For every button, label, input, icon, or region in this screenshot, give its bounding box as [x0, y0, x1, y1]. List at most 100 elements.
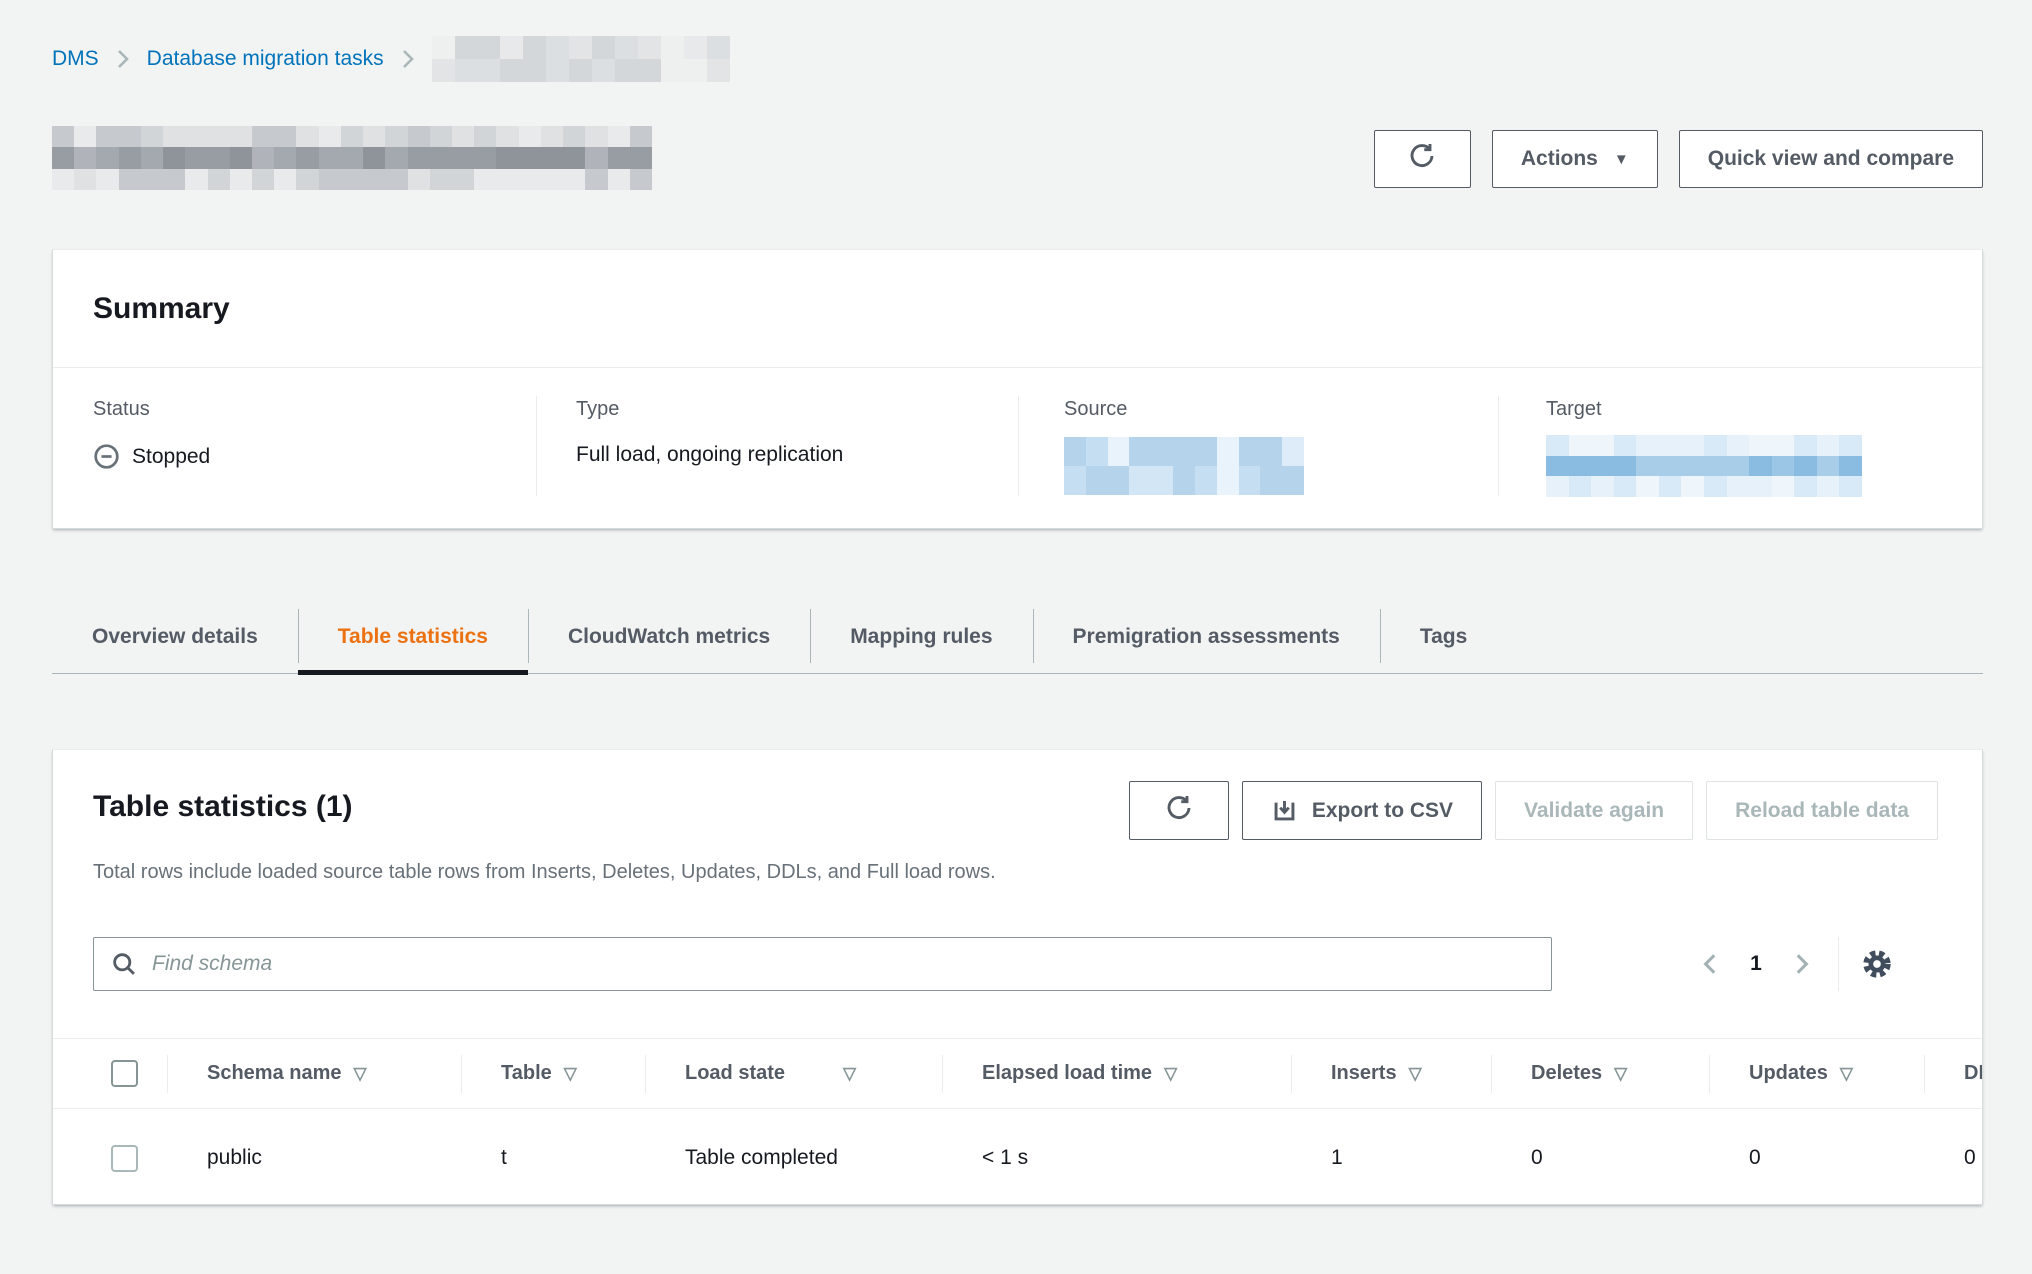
breadcrumb-link-dms[interactable]: DMS	[52, 47, 99, 71]
source-label: Source	[1064, 398, 1304, 421]
stopped-icon	[93, 443, 120, 470]
previous-page-button[interactable]	[1688, 941, 1734, 987]
target-value-redacted[interactable]	[1546, 435, 1862, 497]
column-label: Schema name	[207, 1062, 342, 1085]
select-all-checkbox[interactable]	[111, 1060, 138, 1087]
find-schema-search	[93, 937, 1552, 991]
type-label: Type	[576, 398, 843, 421]
row-select-cell	[53, 1145, 167, 1172]
column-divider	[536, 396, 537, 496]
summary-panel: Summary Status Stopped Type Ful	[52, 249, 1983, 529]
pagination-divider	[1838, 937, 1839, 991]
type-value: Full load, ongoing replication	[576, 443, 843, 467]
column-header-schema-name[interactable]: Schema name ▽	[167, 1039, 461, 1108]
pagination: 1	[1688, 937, 1903, 991]
download-icon	[1271, 797, 1298, 824]
column-header-load-state[interactable]: Load state ▽	[645, 1039, 942, 1108]
actions-button-label: Actions	[1521, 147, 1598, 171]
quick-view-and-compare-button[interactable]: Quick view and compare	[1679, 130, 1983, 188]
column-header-ddls[interactable]: DDLs ▽	[1924, 1039, 1983, 1108]
cell-schema-name: public	[167, 1146, 461, 1170]
cell-table: t	[461, 1146, 645, 1170]
column-header-elapsed-load-time[interactable]: Elapsed load time ▽	[942, 1039, 1291, 1108]
column-label: Updates	[1749, 1062, 1828, 1085]
column-header-table[interactable]: Table ▽	[461, 1039, 645, 1108]
table-statistics-description: Total rows include loaded source table r…	[93, 861, 996, 884]
refresh-icon	[1407, 141, 1437, 177]
validate-again-label: Validate again	[1524, 799, 1664, 823]
column-divider	[1498, 396, 1499, 496]
current-page-number[interactable]: 1	[1734, 952, 1778, 976]
reload-table-data-button[interactable]: Reload table data	[1706, 781, 1938, 840]
sort-icon[interactable]: ▽	[564, 1064, 577, 1084]
export-to-csv-label: Export to CSV	[1312, 799, 1453, 823]
table-statistics-panel: Table statistics (1) Total rows include …	[52, 749, 1983, 1205]
tab-tags[interactable]: Tags	[1380, 600, 1507, 673]
table-refresh-button[interactable]	[1129, 781, 1229, 840]
tab-cloudwatch-metrics[interactable]: CloudWatch metrics	[528, 600, 810, 673]
export-to-csv-button[interactable]: Export to CSV	[1242, 781, 1482, 840]
summary-field-status: Status Stopped	[93, 398, 210, 470]
sort-icon[interactable]: ▽	[1614, 1064, 1627, 1084]
target-label: Target	[1546, 398, 1862, 421]
column-label: Deletes	[1531, 1062, 1602, 1085]
column-label: Table	[501, 1062, 552, 1085]
search-icon	[110, 950, 138, 978]
column-label: DDLs	[1964, 1062, 1983, 1085]
status-label: Status	[93, 398, 210, 421]
task-detail-tabs: Overview details Table statistics CloudW…	[52, 600, 1983, 674]
sort-icon[interactable]: ▽	[843, 1064, 856, 1084]
column-header-deletes[interactable]: Deletes ▽	[1491, 1039, 1709, 1108]
chevron-right-icon	[115, 47, 131, 71]
cell-elapsed-load-time: < 1 s	[942, 1146, 1291, 1170]
row-checkbox[interactable]	[111, 1145, 138, 1172]
preferences-gear-button[interactable]	[1851, 938, 1903, 990]
page-title-redacted	[52, 126, 652, 190]
tab-mapping-rules[interactable]: Mapping rules	[810, 600, 1032, 673]
refresh-button[interactable]	[1374, 130, 1471, 188]
summary-field-source: Source	[1064, 398, 1304, 495]
search-input[interactable]	[152, 952, 1535, 976]
cell-inserts: 1	[1291, 1146, 1491, 1170]
table-header-row: Schema name ▽ Table ▽ Load state ▽ Elaps…	[53, 1038, 1983, 1109]
summary-body: Status Stopped Type Full load, ongoing r…	[53, 368, 1982, 528]
validate-again-button[interactable]: Validate again	[1495, 781, 1693, 840]
sort-icon[interactable]: ▽	[1840, 1064, 1853, 1084]
column-divider	[1018, 396, 1019, 496]
header-actions: Actions ▼ Quick view and compare	[1374, 130, 1983, 188]
column-label: Load state	[685, 1062, 785, 1085]
table-statistics-title: Table statistics (1)	[93, 790, 353, 824]
tab-table-statistics[interactable]: Table statistics	[298, 600, 528, 673]
tab-overview-details[interactable]: Overview details	[52, 600, 298, 673]
column-header-inserts[interactable]: Inserts ▽	[1291, 1039, 1491, 1108]
summary-field-type: Type Full load, ongoing replication	[576, 398, 843, 467]
breadcrumb-redacted-task-name	[432, 36, 730, 82]
table-row[interactable]: public t Table completed < 1 s 1 0 0 0	[53, 1110, 1983, 1205]
actions-button[interactable]: Actions ▼	[1492, 130, 1658, 188]
refresh-icon	[1164, 793, 1194, 829]
sort-icon[interactable]: ▽	[1164, 1064, 1177, 1084]
select-all-cell	[53, 1039, 167, 1108]
status-text: Stopped	[132, 445, 210, 469]
summary-title: Summary	[93, 292, 230, 326]
summary-field-target: Target	[1546, 398, 1862, 497]
cell-ddls: 0	[1924, 1146, 1983, 1170]
tab-premigration-assessments[interactable]: Premigration assessments	[1033, 600, 1380, 673]
column-label: Inserts	[1331, 1062, 1397, 1085]
sort-icon[interactable]: ▽	[354, 1064, 367, 1084]
caret-down-icon: ▼	[1614, 152, 1629, 167]
table-statistics-actions: Export to CSV Validate again Reload tabl…	[1129, 781, 1938, 840]
dms-task-page: DMS Database migration tasks Actions ▼ Q…	[0, 0, 2032, 1274]
status-value: Stopped	[93, 443, 210, 470]
next-page-button[interactable]	[1778, 941, 1824, 987]
breadcrumb-link-tasks[interactable]: Database migration tasks	[147, 47, 384, 71]
sort-icon[interactable]: ▽	[1409, 1064, 1422, 1084]
breadcrumb: DMS Database migration tasks	[52, 36, 730, 82]
column-label: Elapsed load time	[982, 1062, 1152, 1085]
column-header-updates[interactable]: Updates ▽	[1709, 1039, 1924, 1108]
chevron-right-icon	[400, 47, 416, 71]
quick-view-label: Quick view and compare	[1708, 147, 1954, 171]
cell-load-state: Table completed	[645, 1146, 942, 1170]
cell-updates: 0	[1709, 1146, 1924, 1170]
source-value-redacted[interactable]	[1064, 437, 1304, 495]
